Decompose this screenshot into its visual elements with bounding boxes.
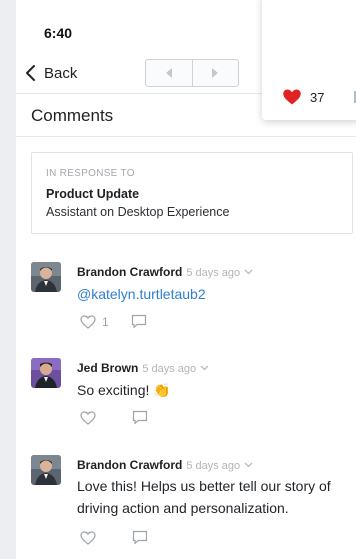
author-name: Brandon Crawford: [77, 265, 183, 279]
chevron-down-icon[interactable]: [244, 457, 253, 471]
comment-author[interactable]: Brandon Crawford 5 days ago: [77, 457, 253, 472]
page-title: Comments: [31, 106, 114, 125]
like-count: 1: [102, 314, 109, 329]
author-name: Jed Brown: [77, 361, 139, 375]
comment-time: 5 days ago: [142, 363, 197, 375]
arrow-right-icon: [212, 68, 219, 78]
heart-count: 37: [310, 89, 325, 105]
avatar: [31, 358, 61, 388]
response-subtitle: Assistant on Desktop Experience: [46, 205, 230, 219]
reply-button[interactable]: [132, 410, 148, 425]
comment-author[interactable]: Jed Brown 5 days ago: [77, 360, 209, 375]
comment-actions: [80, 410, 148, 425]
chevron-down-icon[interactable]: [200, 360, 209, 374]
reply-button[interactable]: [132, 530, 148, 545]
comment-icon: [131, 314, 146, 329]
chevron-down-icon[interactable]: [244, 264, 253, 278]
status-time: 6:40: [44, 25, 73, 41]
heart-icon: [80, 530, 96, 545]
response-title: Product Update: [46, 187, 140, 201]
like-button[interactable]: [80, 530, 96, 545]
avatar: [31, 455, 61, 485]
reactions-popover: 37: [262, 0, 356, 120]
comment-time: 5 days ago: [186, 267, 241, 279]
heart-icon: [80, 410, 96, 425]
author-name: Brandon Crawford: [77, 458, 183, 472]
heart-filled-icon: [283, 89, 301, 105]
prev-next-control: [145, 59, 239, 87]
like-button[interactable]: [80, 410, 96, 425]
like-button[interactable]: 1: [80, 315, 109, 329]
comment-time: 5 days ago: [186, 460, 241, 472]
comment-text: Love this! Helps us better tell our stor…: [77, 478, 331, 516]
avatar: [31, 262, 61, 292]
previous-button[interactable]: [146, 60, 192, 86]
heart-reaction[interactable]: 37: [282, 88, 324, 106]
arrow-left-icon: [165, 68, 172, 78]
user-mention-link[interactable]: @katelyn.turtletaub2: [77, 286, 206, 302]
heart-icon: [80, 314, 96, 329]
comment-text: So exciting! 👏: [77, 379, 352, 401]
back-label: Back: [44, 64, 78, 82]
in-response-card[interactable]: IN RESPONSE TO Product Update Assistant …: [31, 152, 353, 234]
next-button[interactable]: [191, 60, 239, 86]
comment-icon: [132, 530, 148, 545]
comment-author[interactable]: Brandon Crawford 5 days ago: [77, 264, 253, 279]
reply-button[interactable]: [131, 314, 147, 329]
back-button[interactable]: Back: [24, 60, 77, 86]
comment-icon: [132, 410, 148, 425]
chevron-left-icon: [26, 65, 35, 81]
clap-emoji: 👏: [153, 382, 171, 398]
comment-text: @katelyn.turtletaub2: [77, 283, 352, 305]
in-response-label: IN RESPONSE TO: [46, 168, 135, 179]
comment-actions: [80, 530, 148, 545]
comment-actions: 1: [80, 314, 147, 329]
comment-body: So exciting!: [77, 382, 150, 398]
